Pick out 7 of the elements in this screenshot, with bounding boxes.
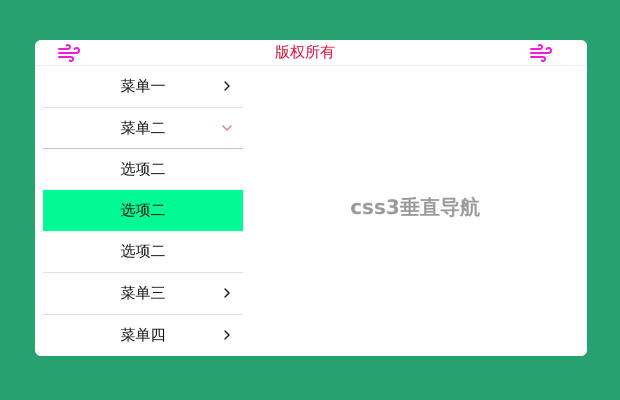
menu-item[interactable]: 菜单二 — [43, 118, 243, 138]
menu-item[interactable]: 菜单一 — [43, 77, 243, 96]
header-title: 版权所有 — [275, 43, 335, 62]
menu-item[interactable]: 菜单三 — [43, 284, 243, 303]
submenu-item[interactable]: 选项二 — [43, 190, 243, 231]
page-heading: css3垂直导航 — [350, 194, 480, 220]
menu-item[interactable]: 菜单四 — [43, 326, 243, 345]
